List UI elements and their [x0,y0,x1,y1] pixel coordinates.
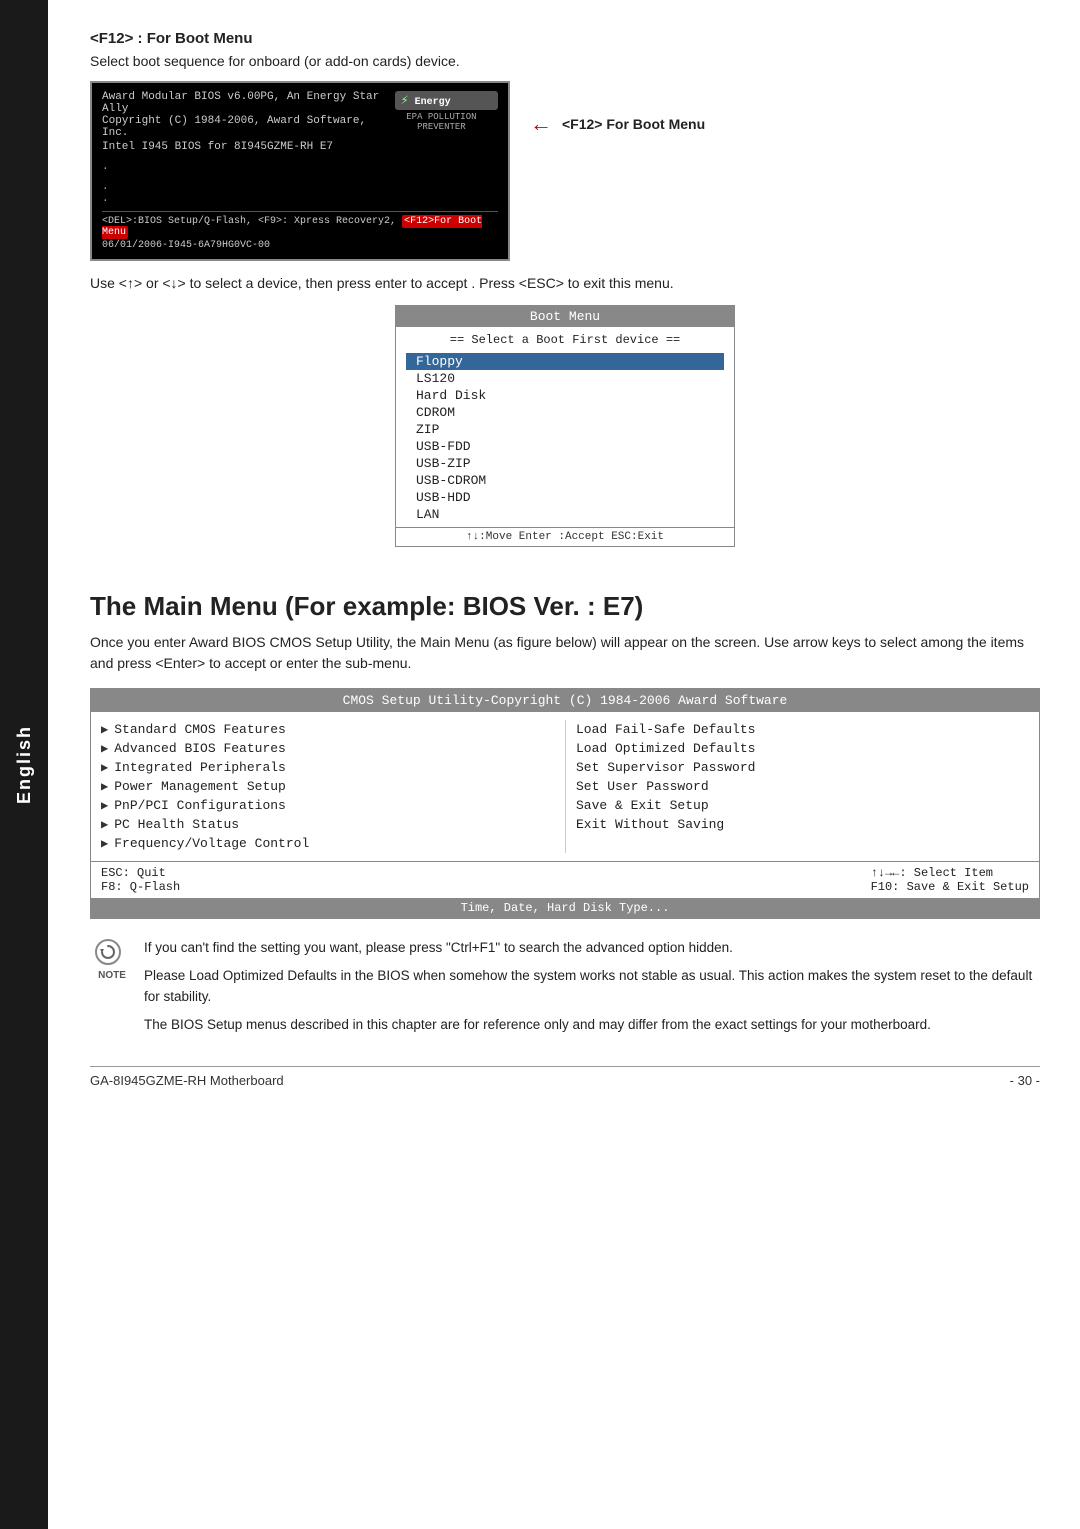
boot-menu-body: == Select a Boot First device == FloppyL… [396,327,734,527]
cmos-right-item: Load Fail-Safe Defaults [576,720,1029,739]
boot-menu-footer: ↑↓:Move Enter :Accept ESC:Exit [396,527,734,546]
sidebar-label: English [14,725,35,804]
cmos-right-item: Exit Without Saving [576,815,1029,834]
bios-line2: Copyright (C) 1984-2006, Award Software,… [102,115,385,139]
boot-menu-wrapper: Boot Menu == Select a Boot First device … [90,305,1040,567]
f12-heading: <F12> : For Boot Menu [90,30,1040,47]
cmos-arrow-icon: ▶ [101,798,108,813]
cmos-select-item: ↑↓→←: Select Item [871,866,1029,880]
cmos-title: CMOS Setup Utility-Copyright (C) 1984-20… [91,689,1039,712]
note-text: If you can't find the setting you want, … [144,937,1040,1035]
boot-menu-item: USB-FDD [406,438,724,455]
bios-screen-container: Award Modular BIOS v6.00PG, An Energy St… [90,81,1040,261]
cmos-arrow-icon: ▶ [101,760,108,775]
note-label: NOTE [98,970,126,981]
main-menu-desc: Once you enter Award BIOS CMOS Setup Uti… [90,632,1040,674]
boot-menu-items: FloppyLS120Hard DiskCDROMZIPUSB-FDDUSB-Z… [406,353,724,523]
cmos-left-item: ▶PC Health Status [101,815,555,834]
bios-version-line: 06/01/2006-I945-6A79HG0VC-00 [102,240,498,251]
note-icon-svg [94,938,130,968]
f12-arrow-label: ← <F12> For Boot Menu [530,111,705,137]
cmos-arrow-icon: ▶ [101,779,108,794]
bios-bottom-text: <DEL>:BIOS Setup/Q-Flash, <F9>: Xpress R… [102,216,402,227]
cmos-right: Load Fail-Safe DefaultsLoad Optimized De… [565,720,1029,853]
boot-menu-item: CDROM [406,404,724,421]
cmos-left: ▶Standard CMOS Features▶Advanced BIOS Fe… [101,720,565,853]
f12-label-text: <F12> For Boot Menu [562,116,705,132]
arrow-icon: ← [530,111,552,137]
cmos-f8: F8: Q-Flash [101,880,180,894]
cmos-left-item: ▶Power Management Setup [101,777,555,796]
sidebar: English [0,0,48,1529]
cmos-footer: ESC: Quit F8: Q-Flash ↑↓→←: Select Item … [91,861,1039,898]
bios-dots3: . [102,193,498,205]
boot-menu-item: USB-HDD [406,489,724,506]
cmos-left-item: ▶Integrated Peripherals [101,758,555,777]
cmos-right-item: Set Supervisor Password [576,758,1029,777]
cmos-arrow-icon: ▶ [101,741,108,756]
cmos-footer-left: ESC: Quit F8: Q-Flash [101,866,180,894]
footer-right: - 30 - [1010,1073,1040,1088]
boot-menu-item: Floppy [406,353,724,370]
cmos-left-item: ▶PnP/PCI Configurations [101,796,555,815]
bios-dots: . [102,161,498,173]
bios-dots2: . [102,181,498,193]
cmos-body: ▶Standard CMOS Features▶Advanced BIOS Fe… [91,712,1039,861]
cmos-esc-quit: ESC: Quit [101,866,180,880]
note-box: NOTE If you can't find the setting you w… [90,937,1040,1035]
cmos-status-bar: Time, Date, Hard Disk Type... [91,898,1039,918]
cmos-right-item: Save & Exit Setup [576,796,1029,815]
cmos-footer-right: ↑↓→←: Select Item F10: Save & Exit Setup [871,866,1029,894]
bios-line1: Award Modular BIOS v6.00PG, An Energy St… [102,91,385,115]
main-menu-heading: The Main Menu (For example: BIOS Ver. : … [90,591,1040,622]
cmos-left-item: ▶Advanced BIOS Features [101,739,555,758]
note-text3: The BIOS Setup menus described in this c… [144,1014,1040,1036]
cmos-arrow-icon: ▶ [101,836,108,851]
cmos-left-item: ▶Frequency/Voltage Control [101,834,555,853]
f12-desc: Select boot sequence for onboard (or add… [90,53,1040,69]
cmos-box: CMOS Setup Utility-Copyright (C) 1984-20… [90,688,1040,919]
bios-logo: ⚡ Energy [395,91,498,110]
main-content: <F12> : For Boot Menu Select boot sequen… [60,0,1080,1128]
cmos-f10: F10: Save & Exit Setup [871,880,1029,894]
cmos-right-item: Load Optimized Defaults [576,739,1029,758]
cmos-arrow-icon: ▶ [101,722,108,737]
bios-screen: Award Modular BIOS v6.00PG, An Energy St… [90,81,510,261]
boot-menu-item: USB-CDROM [406,472,724,489]
boot-menu-item: LS120 [406,370,724,387]
epa-label: EPA POLLUTION PREVENTER [385,112,498,132]
cmos-arrow-icon: ▶ [101,817,108,832]
page-footer: GA-8I945GZME-RH Motherboard - 30 - [90,1066,1040,1088]
boot-menu-title: Boot Menu [396,306,734,327]
bios-line3: Intel I945 BIOS for 8I945GZME-RH E7 [102,141,385,153]
cmos-left-item: ▶Standard CMOS Features [101,720,555,739]
boot-menu-item: Hard Disk [406,387,724,404]
boot-menu-box: Boot Menu == Select a Boot First device … [395,305,735,547]
boot-menu-item: USB-ZIP [406,455,724,472]
note-icon-container: NOTE [90,937,134,981]
bios-bottom-bar: <DEL>:BIOS Setup/Q-Flash, <F9>: Xpress R… [102,211,498,251]
use-line: Use <↑> or <↓> to select a device, then … [90,275,1040,291]
note-text2: Please Load Optimized Defaults in the BI… [144,965,1040,1008]
boot-menu-item: LAN [406,506,724,523]
note-text1: If you can't find the setting you want, … [144,937,1040,959]
cmos-right-item: Set User Password [576,777,1029,796]
footer-left: GA-8I945GZME-RH Motherboard [90,1073,284,1088]
boot-menu-subtitle: == Select a Boot First device == [406,333,724,347]
boot-menu-item: ZIP [406,421,724,438]
